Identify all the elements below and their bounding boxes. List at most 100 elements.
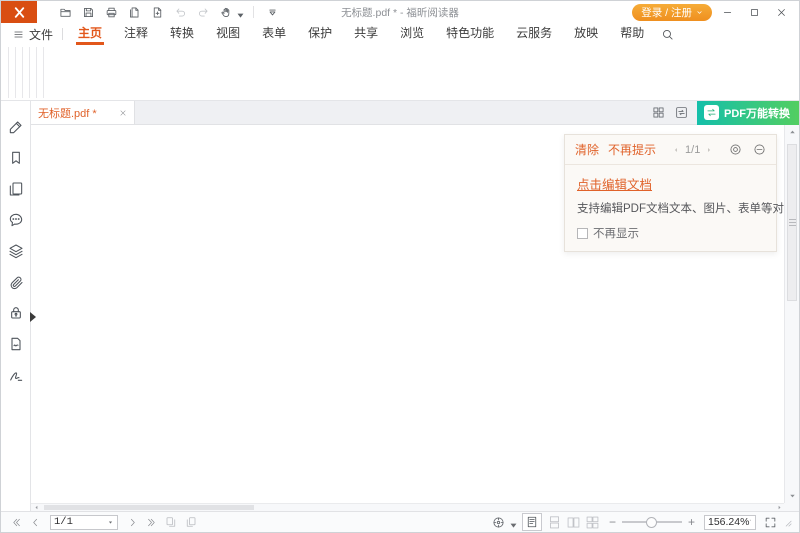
close-button[interactable]: [768, 1, 795, 23]
facing-continuous-view-button[interactable]: [586, 516, 599, 529]
dont-show-checkbox-row[interactable]: 不再显示: [577, 225, 764, 241]
menu-share[interactable]: 共享: [352, 23, 380, 45]
scroll-down-button[interactable]: [785, 489, 799, 502]
next-view-icon: [185, 516, 197, 528]
search-button[interactable]: [661, 28, 674, 41]
minimize-button[interactable]: [714, 1, 741, 23]
redo-button[interactable]: [197, 6, 210, 19]
zoom-slider[interactable]: [622, 515, 682, 529]
panel-bookmarks[interactable]: [8, 150, 24, 166]
page-number-combobox[interactable]: 1/1: [50, 515, 118, 530]
panel-signatures[interactable]: [8, 336, 24, 352]
notification-settings-icon[interactable]: [729, 143, 742, 156]
zoom-slider-thumb[interactable]: [646, 517, 657, 528]
fullscreen-icon: [764, 516, 777, 529]
menu-convert[interactable]: 转换: [168, 23, 196, 45]
checkbox[interactable]: [577, 228, 588, 239]
zoom-level-combobox[interactable]: 156.24%: [704, 515, 756, 530]
hand-mode-button[interactable]: [220, 6, 241, 19]
save-button[interactable]: [82, 6, 95, 19]
clear-link[interactable]: 清除: [575, 141, 599, 158]
menu-slideshow[interactable]: 放映: [572, 23, 600, 45]
vertical-scrollbar-thumb[interactable]: [787, 144, 797, 301]
pager-next-icon[interactable]: [705, 146, 713, 154]
hand-icon: [220, 6, 233, 19]
loupe-icon: [492, 516, 505, 529]
next-page-button[interactable]: [127, 517, 138, 528]
facing-view-button[interactable]: [567, 516, 580, 529]
last-page-button[interactable]: [146, 517, 157, 528]
zoom-in-button[interactable]: +: [688, 516, 695, 528]
scroll-right-button[interactable]: [774, 504, 784, 511]
menu-cloud[interactable]: 云服务: [514, 23, 554, 45]
chevron-right-icon: [127, 517, 138, 528]
create-file-button[interactable]: [151, 6, 164, 19]
facing-continuous-icon: [586, 516, 599, 529]
save-copy-button[interactable]: [128, 6, 141, 19]
document-page[interactable]: 清除 不再提示 1/1 点击编辑文档: [31, 125, 799, 511]
menu-protect[interactable]: 保护: [306, 23, 334, 45]
menu-form[interactable]: 表单: [260, 23, 288, 45]
single-page-view-button[interactable]: [522, 513, 542, 531]
login-register-button[interactable]: 登录 / 注册: [632, 4, 712, 21]
hamburger-icon: [13, 29, 24, 40]
window-resize-grip[interactable]: [782, 517, 793, 528]
prev-page-button[interactable]: [30, 517, 41, 528]
first-page-button[interactable]: [11, 517, 22, 528]
triangle-right-icon: [776, 504, 783, 511]
panel-pages[interactable]: [8, 181, 24, 197]
notification-controls: [729, 143, 766, 156]
maximize-button[interactable]: [741, 1, 768, 23]
print-icon: [105, 6, 118, 19]
content-column: 无标题.pdf * PDF万能转换 清除: [31, 101, 799, 511]
ribbon-group: [8, 47, 12, 98]
fullscreen-button[interactable]: [764, 516, 777, 529]
panel-quick-edit[interactable]: [8, 119, 24, 135]
menu-features[interactable]: 特色功能: [444, 23, 496, 45]
open-button[interactable]: [59, 6, 72, 19]
menu-browse[interactable]: 浏览: [398, 23, 426, 45]
assistant-tool-button[interactable]: [492, 516, 514, 529]
sidebar-expand-handle[interactable]: [30, 312, 36, 322]
panel-attachments[interactable]: [8, 274, 24, 290]
menu-divider: [62, 28, 63, 40]
ribbon-group: [22, 47, 26, 98]
undo-button[interactable]: [174, 6, 187, 19]
panel-security[interactable]: [8, 305, 24, 321]
titlebar: 无标题.pdf * - 福昕阅读器 登录 / 注册: [1, 1, 799, 23]
continuous-view-button[interactable]: [548, 516, 561, 529]
next-view-button[interactable]: [185, 516, 197, 528]
panel-comments[interactable]: [8, 212, 24, 228]
horizontal-scrollbar-thumb[interactable]: [44, 505, 254, 510]
quick-access-toolbar: [59, 6, 279, 19]
previous-view-button[interactable]: [165, 516, 177, 528]
scroll-up-button[interactable]: [785, 126, 799, 139]
tab-close-button[interactable]: [119, 109, 127, 117]
notification-collapse-icon[interactable]: [753, 143, 766, 156]
layers-icon: [8, 243, 24, 259]
resize-grip-icon: [782, 517, 793, 528]
file-menu-button[interactable]: 文件: [13, 26, 53, 43]
panel-hand-signature[interactable]: [8, 367, 24, 383]
menu-comment[interactable]: 注释: [122, 23, 150, 45]
menu-help[interactable]: 帮助: [618, 23, 646, 45]
tip-notification-panel: 清除 不再提示 1/1 点击编辑文档: [564, 134, 777, 252]
pager-prev-icon[interactable]: [672, 146, 680, 154]
pdf-converter-button[interactable]: PDF万能转换: [697, 101, 799, 125]
tab-overview-button[interactable]: [652, 106, 665, 119]
tab-switch-button[interactable]: [675, 106, 688, 119]
print-button[interactable]: [105, 6, 118, 19]
menu-home[interactable]: 主页: [76, 23, 104, 45]
folder-open-icon: [59, 6, 72, 19]
horizontal-scrollbar[interactable]: [31, 503, 784, 511]
customize-toolbar-button[interactable]: [266, 6, 279, 19]
panel-layers[interactable]: [8, 243, 24, 259]
edit-document-link[interactable]: 点击编辑文档: [577, 174, 652, 193]
menu-view[interactable]: 视图: [214, 23, 242, 45]
zoom-out-button[interactable]: −: [609, 516, 616, 528]
scroll-left-button[interactable]: [31, 504, 41, 511]
vertical-scrollbar[interactable]: [784, 125, 799, 503]
convert-arrows-icon: [706, 107, 717, 118]
dont-remind-link[interactable]: 不再提示: [608, 141, 656, 158]
document-tab[interactable]: 无标题.pdf *: [31, 101, 135, 124]
